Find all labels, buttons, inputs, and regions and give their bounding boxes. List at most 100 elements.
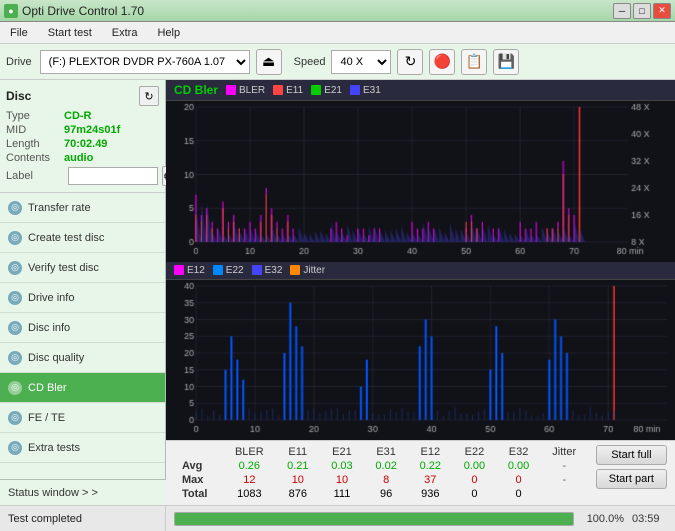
main-area: Disc ↻ Type CD-R MID 97m24s01f Length 70… [0, 80, 675, 505]
sidebar-item-drive-info[interactable]: ◎ Drive info [0, 283, 165, 313]
col-header-e32: E32 [497, 445, 541, 459]
stats-avg-row: Avg 0.26 0.21 0.03 0.02 0.22 0.00 0.00 - [174, 459, 588, 473]
label-row: Label ⚙ [6, 166, 159, 186]
speed-label: Speed [294, 56, 326, 68]
chart1-canvas [166, 101, 673, 262]
chart2-area [166, 280, 675, 441]
transfer-rate-icon: ◎ [8, 201, 22, 215]
eject-button[interactable]: ⏏ [256, 49, 282, 75]
status-window-button[interactable]: Status window > > [0, 480, 166, 505]
avg-e32: 0.00 [497, 459, 541, 473]
sidebar-item-fe-te[interactable]: ◎ FE / TE [0, 403, 165, 433]
disc-panel: Disc ↻ Type CD-R MID 97m24s01f Length 70… [0, 80, 165, 193]
refresh-button[interactable]: ↻ [397, 49, 423, 75]
max-e21: 10 [320, 473, 364, 487]
menu-start-test[interactable]: Start test [42, 25, 98, 41]
e12-label: E12 [187, 265, 205, 276]
col-header-e11: E11 [276, 445, 320, 459]
total-e12: 936 [408, 487, 452, 501]
sidebar-item-label: Disc info [28, 322, 70, 334]
progress-percent: 100.0% [582, 513, 624, 525]
minimize-button[interactable]: ─ [613, 3, 631, 19]
chart1-header: CD Bler BLER E11 E21 E31 [166, 80, 675, 101]
e32-dot [252, 265, 262, 275]
disc-refresh-button[interactable]: ↻ [139, 86, 159, 106]
disc-type-value: CD-R [64, 110, 92, 122]
erase-button[interactable]: 🔴 [429, 49, 455, 75]
drive-info-icon: ◎ [8, 291, 22, 305]
e21-label: E21 [324, 85, 342, 96]
content-wrapper: CD Bler BLER E11 E21 E31 [166, 80, 675, 505]
disc-label-input[interactable] [68, 167, 158, 185]
chart1-legend-bler: BLER [226, 85, 265, 96]
title-bar: ● Opti Drive Control 1.70 ─ □ ✕ [0, 0, 675, 22]
sidebar-item-extra-tests[interactable]: ◎ Extra tests [0, 433, 165, 463]
avg-e21: 0.03 [320, 459, 364, 473]
menu-extra[interactable]: Extra [106, 25, 144, 41]
extra-tests-icon: ◎ [8, 441, 22, 455]
disc-mid-label: MID [6, 124, 64, 136]
progress-time: 03:59 [632, 513, 667, 525]
total-label: Total [174, 487, 223, 501]
copy-button[interactable]: 📋 [461, 49, 487, 75]
drive-select[interactable]: (F:) PLEXTOR DVDR PX-760A 1.07 [40, 50, 250, 74]
total-bler: 1083 [223, 487, 276, 501]
chart1-legend-e31: E31 [350, 85, 381, 96]
fe-te-icon: ◎ [8, 411, 22, 425]
e32-label: E32 [265, 265, 283, 276]
max-jitter: - [541, 473, 588, 487]
sidebar-item-label: Extra tests [28, 442, 80, 454]
chart2-legend-e32: E32 [252, 265, 283, 276]
create-test-disc-icon: ◎ [8, 231, 22, 245]
maximize-button[interactable]: □ [633, 3, 651, 19]
max-e31: 8 [364, 473, 408, 487]
bler-dot [226, 85, 236, 95]
sidebar-item-label: CD Bler [28, 382, 67, 394]
total-e21: 111 [320, 487, 364, 501]
e11-dot [273, 85, 283, 95]
progress-area: 100.0% 03:59 [166, 512, 675, 526]
sidebar-item-transfer-rate[interactable]: ◎ Transfer rate [0, 193, 165, 223]
cd-bler-icon: ◎ [8, 381, 22, 395]
start-part-button[interactable]: Start part [596, 469, 667, 489]
disc-info-icon: ◎ [8, 321, 22, 335]
stats-table: BLER E11 E21 E31 E12 E22 E32 Jitter [174, 445, 588, 501]
e22-dot [213, 265, 223, 275]
close-button[interactable]: ✕ [653, 3, 671, 19]
disc-quality-icon: ◎ [8, 351, 22, 365]
disc-contents-label: Contents [6, 152, 64, 164]
sidebar-item-label: Transfer rate [28, 202, 91, 214]
stats-max-row: Max 12 10 10 8 37 0 0 - [174, 473, 588, 487]
e21-dot [311, 85, 321, 95]
col-header-e22: E22 [452, 445, 496, 459]
speed-select[interactable]: 40 X [331, 50, 391, 74]
disc-type-label: Type [6, 110, 64, 122]
sidebar-item-label: Create test disc [28, 232, 104, 244]
save-button[interactable]: 💾 [493, 49, 519, 75]
bler-label: BLER [239, 85, 265, 96]
sidebar-item-disc-info[interactable]: ◎ Disc info [0, 313, 165, 343]
total-e11: 876 [276, 487, 320, 501]
menu-help[interactable]: Help [151, 25, 186, 41]
chart2-canvas [166, 280, 675, 441]
avg-bler: 0.26 [223, 459, 276, 473]
sidebar: Disc ↻ Type CD-R MID 97m24s01f Length 70… [0, 80, 166, 505]
drive-label: Drive [6, 56, 32, 68]
menu-file[interactable]: File [4, 25, 34, 41]
toolbar: Drive (F:) PLEXTOR DVDR PX-760A 1.07 ⏏ S… [0, 44, 675, 80]
chart1-legend-e21: E21 [311, 85, 342, 96]
chart1-area [166, 101, 675, 262]
max-e11: 10 [276, 473, 320, 487]
status-bar-section: Status window > > [0, 479, 166, 505]
sidebar-item-disc-quality[interactable]: ◎ Disc quality [0, 343, 165, 373]
avg-jitter: - [541, 459, 588, 473]
sidebar-item-verify-test-disc[interactable]: ◎ Verify test disc [0, 253, 165, 283]
start-full-button[interactable]: Start full [596, 445, 667, 465]
sidebar-item-cd-bler[interactable]: ◎ CD Bler [0, 373, 165, 403]
sidebar-item-create-test-disc[interactable]: ◎ Create test disc [0, 223, 165, 253]
avg-e31: 0.02 [364, 459, 408, 473]
app-icon: ● [4, 4, 18, 18]
sidebar-item-label: Disc quality [28, 352, 84, 364]
status-text: Test completed [0, 506, 166, 531]
e12-dot [174, 265, 184, 275]
